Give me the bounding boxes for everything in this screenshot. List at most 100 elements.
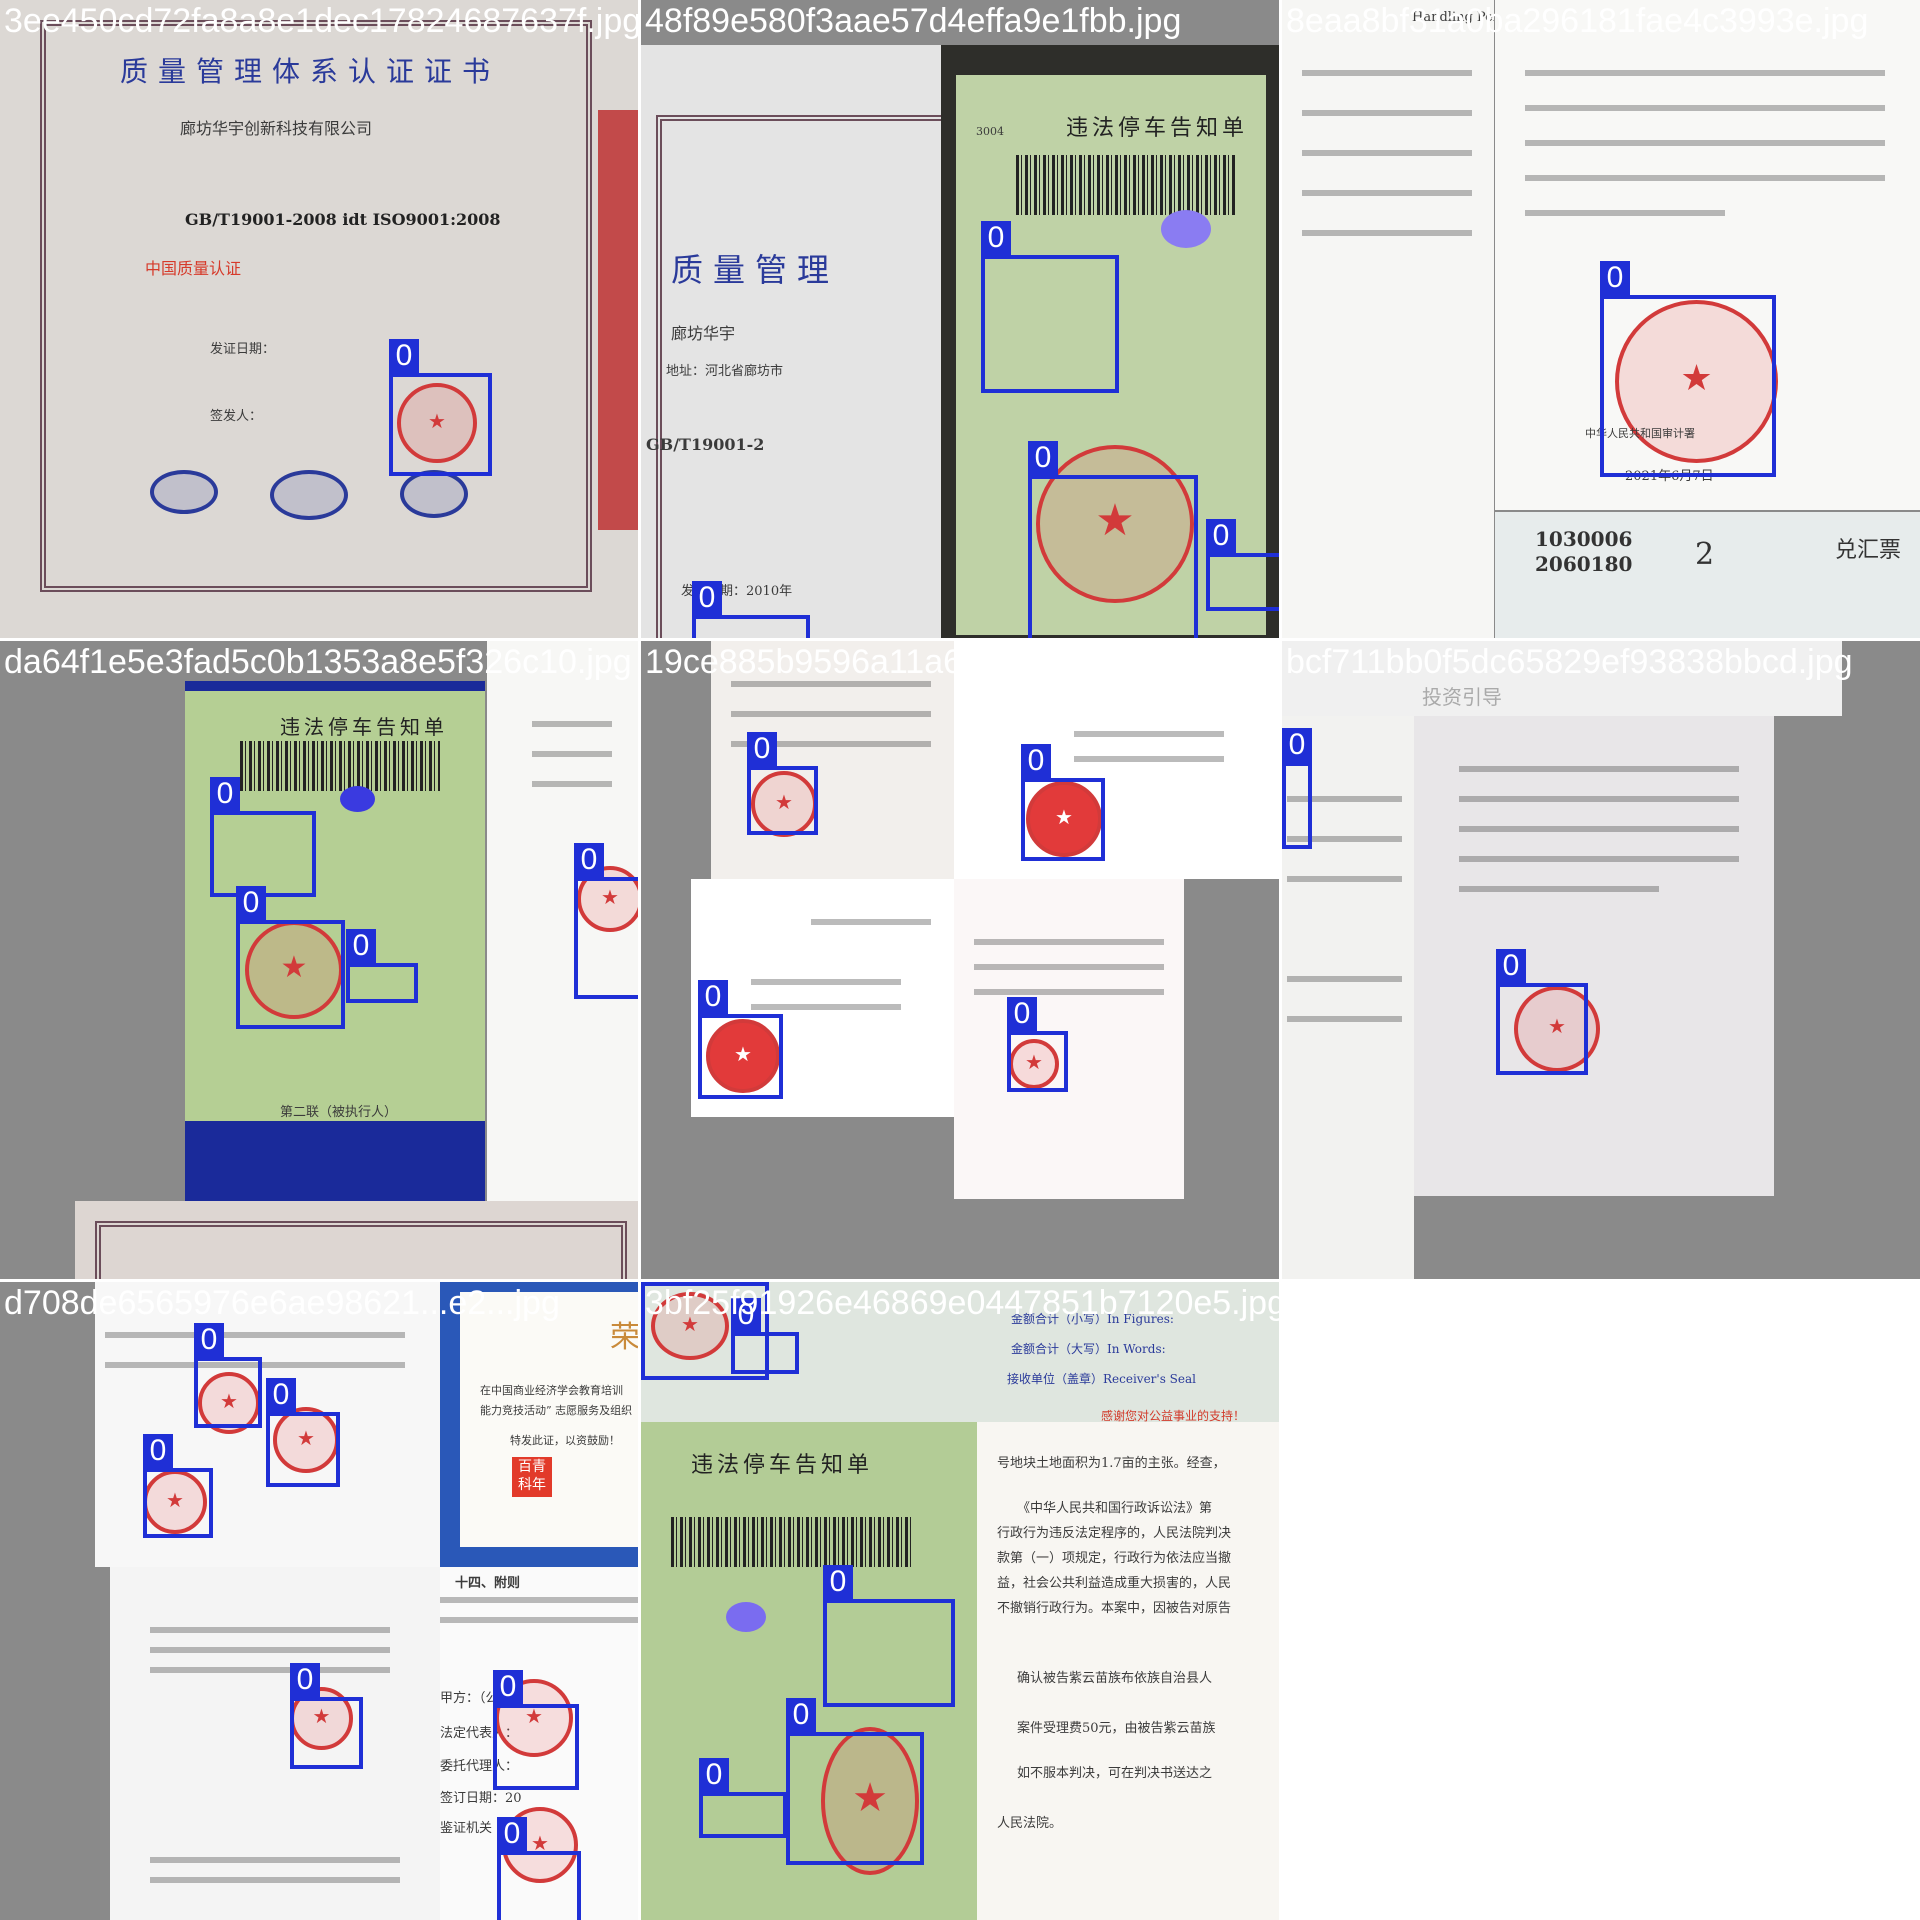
certificate-photo: 质量管理体系认证证书 廊坊华宇创新科技有限公司 GB/T19001-2008 i… bbox=[0, 0, 638, 638]
youth-logo: 百青科年 bbox=[512, 1457, 552, 1497]
detection-box[interactable]: 0 bbox=[692, 581, 810, 638]
ticket-title: 违法停车告知单 bbox=[280, 715, 448, 739]
detection-box[interactable]: 0 bbox=[236, 886, 345, 1029]
detection-class-label: 0 bbox=[346, 929, 376, 963]
detection-box[interactable]: 0 bbox=[1021, 744, 1105, 861]
document-heading: 投资引导 bbox=[1422, 685, 1502, 709]
document-page: ★ bbox=[1414, 716, 1774, 1196]
judgment-line-6: 不撤销行政行为。本案中，因被告对原告 bbox=[997, 1601, 1232, 1616]
detection-box[interactable]: 0 bbox=[210, 777, 316, 897]
certificate-line-3: 特发此证，以资鼓励！ bbox=[510, 1434, 620, 1447]
detection-class-label: 0 bbox=[266, 1378, 296, 1412]
detection-class-label: 0 bbox=[1600, 261, 1630, 295]
bill-number-1: 1030006 bbox=[1535, 527, 1633, 551]
detection-class-label: 0 bbox=[236, 886, 266, 920]
detection-box[interactable]: 0 bbox=[346, 929, 418, 1003]
certificate-line-2: 能力竞技活动” 志愿服务及组织 bbox=[480, 1404, 633, 1417]
detection-box[interactable]: 0 bbox=[1028, 441, 1198, 638]
certificate-photo bbox=[75, 1201, 638, 1279]
filename-label: 48f89e580f3aae57d4effa9e1fbb.jpg bbox=[645, 2, 1182, 40]
detection-box[interactable]: 0 bbox=[747, 732, 818, 835]
detection-box[interactable]: 0 bbox=[1600, 261, 1776, 477]
ticket-number: 3004 bbox=[976, 125, 1004, 138]
mosaic-cell-3[interactable]: Handling Person ★ 2021年6月7日 中华人民共和国审计署 1… bbox=[1282, 0, 1920, 638]
detection-class-label: 0 bbox=[574, 843, 604, 877]
detection-box[interactable]: 0 bbox=[266, 1378, 340, 1487]
detection-box[interactable]: 0 bbox=[389, 339, 492, 476]
detection-box[interactable]: 0 bbox=[574, 843, 638, 999]
iaf-logo bbox=[270, 470, 348, 520]
document-page: Handling Person bbox=[1282, 0, 1494, 638]
detection-class-label: 0 bbox=[692, 581, 722, 615]
ticket-copy-label: 第二联（被执行人） bbox=[280, 1105, 398, 1120]
company-name: 廊坊华宇创新科技有限公司 bbox=[180, 119, 373, 138]
redaction-blob bbox=[726, 1602, 766, 1632]
thanks-text: 感谢您对公益事业的支持！ bbox=[1101, 1409, 1246, 1422]
certificate-heading: 荣 bbox=[610, 1320, 638, 1355]
certificate-title: 质量管理 bbox=[671, 251, 840, 289]
cnas-logo bbox=[150, 470, 218, 514]
cqc-logo-text: 中国质量认证 bbox=[145, 259, 242, 278]
detection-box[interactable]: 0 bbox=[731, 1298, 799, 1374]
detection-box[interactable]: 0 bbox=[290, 1663, 363, 1769]
mosaic-cell-6[interactable]: 投资引导 ★ 0 0 bcf711bb0f5dc65829ef93838bbcd… bbox=[1282, 641, 1920, 1279]
detection-class-label: 0 bbox=[210, 777, 240, 811]
certificate-title: 质量管理体系认证证书 bbox=[120, 55, 501, 88]
detection-class-label: 0 bbox=[497, 1817, 527, 1851]
judgment-line-5: 益，社会公共利益造成重大损害的，人民 bbox=[997, 1576, 1232, 1591]
filename-label: 3ee450cd72fa8a8e1dec17824687637f.jpg bbox=[4, 2, 638, 40]
bill-title: 兑汇票 bbox=[1835, 538, 1902, 563]
filename-label: bcf711bb0f5dc65829ef93838bbcd.jpg bbox=[1286, 643, 1853, 681]
judgment-line-9: 如不服本判决，可在判决书送达之 bbox=[1017, 1766, 1213, 1781]
detection-box[interactable]: 0 bbox=[493, 1670, 579, 1790]
judgment-page: 号地块土地面积为1.7亩的主张。经查， 《中华人民共和国行政诉讼法》第 行政行为… bbox=[977, 1422, 1279, 1920]
mosaic-cell-2[interactable]: 质量管理 廊坊华宇 地址：河北省廊坊市 GB/T19001-2 发证日期：201… bbox=[641, 0, 1279, 638]
judgment-line-3: 行政行为违反法定程序的，人民法院判决 bbox=[997, 1526, 1232, 1541]
detection-box[interactable]: 0 bbox=[698, 980, 783, 1099]
detection-box[interactable]: 0 bbox=[194, 1323, 262, 1428]
barcode bbox=[671, 1517, 911, 1567]
detection-box[interactable]: 0 bbox=[699, 1758, 787, 1838]
detection-box[interactable]: 0 bbox=[786, 1698, 924, 1865]
mosaic-cell-8[interactable]: ★ 金额合计（小写）In Figures: 金额合计（大写）In Words: … bbox=[641, 1282, 1279, 1920]
red-ribbon bbox=[598, 110, 638, 530]
detection-box[interactable]: 0 bbox=[1007, 997, 1068, 1092]
detection-class-label: 0 bbox=[823, 1565, 853, 1599]
document-page: ★ bbox=[110, 1567, 440, 1920]
detection-class-label: 0 bbox=[290, 1663, 320, 1697]
detection-class-label: 0 bbox=[143, 1434, 173, 1468]
document-page: ★ bbox=[954, 879, 1184, 1199]
mosaic-grid: 质量管理体系认证证书 廊坊华宇创新科技有限公司 GB/T19001-2008 i… bbox=[0, 0, 1920, 1920]
party-a-label: 甲方：（公 bbox=[440, 1691, 499, 1706]
address-text: 地址：河北省廊坊市 bbox=[666, 364, 784, 379]
detection-box[interactable]: 0 bbox=[823, 1565, 955, 1707]
detection-box[interactable]: 0 bbox=[1282, 728, 1312, 849]
standard-code: GB/T19001-2 bbox=[646, 435, 765, 454]
detection-box[interactable]: 0 bbox=[1206, 519, 1279, 611]
judgment-line-1: 号地块土地面积为1.7亩的主张。经查， bbox=[997, 1456, 1226, 1471]
filename-label: d708de6565976e6ae98621...e2...jpg bbox=[4, 1284, 560, 1322]
certificate-sheet: 荣 在中国商业经济学会教育培训 能力竞技活动” 志愿服务及组织 特发此证，以资鼓… bbox=[460, 1292, 638, 1547]
filename-label: 3bf25f91926e46869e0447851b7120e5.jpg bbox=[645, 1284, 1279, 1322]
detection-box[interactable]: 0 bbox=[497, 1817, 581, 1920]
mosaic-cell-5[interactable]: ★ ★ ★ ★ 0 0 0 0 19ce885b9596a11a6bb4b5a3… bbox=[641, 641, 1279, 1279]
certificate-line-1: 在中国商业经济学会教育培训 bbox=[480, 1384, 623, 1397]
filename-label: da64f1e5e3fad5c0b1353a8e5f326c10.jpg bbox=[4, 643, 632, 681]
detection-box[interactable]: 0 bbox=[143, 1434, 213, 1538]
detection-class-label: 0 bbox=[1021, 744, 1051, 778]
certificate-border bbox=[95, 1221, 627, 1279]
detection-class-label: 0 bbox=[389, 339, 419, 373]
judgment-line-8: 案件受理费50元，由被告紫云苗族 bbox=[1017, 1721, 1216, 1736]
judgment-line-7: 确认被告紫云苗族布依族自治县人 bbox=[1017, 1671, 1213, 1686]
mosaic-cell-1[interactable]: 质量管理体系认证证书 廊坊华宇创新科技有限公司 GB/T19001-2008 i… bbox=[0, 0, 638, 638]
issue-date-label: 发证日期： bbox=[210, 342, 276, 357]
detection-class-label: 0 bbox=[698, 980, 728, 1014]
judgment-line-2: 《中华人民共和国行政诉讼法》第 bbox=[1017, 1501, 1213, 1516]
detection-box[interactable]: 0 bbox=[981, 221, 1119, 393]
signer-label: 签发人： bbox=[210, 409, 263, 424]
detection-class-label: 0 bbox=[1496, 949, 1526, 983]
parking-ticket: 违法停车告知单 ★ 第二联（被执行人） bbox=[185, 691, 485, 1121]
mosaic-cell-4[interactable]: 违法停车告知单 ★ 第二联（被执行人） ★ 0 0 0 0 da64f1e5e3… bbox=[0, 641, 638, 1279]
detection-box[interactable]: 0 bbox=[1496, 949, 1588, 1075]
mosaic-cell-7[interactable]: ★ ★ ★ 荣 在中国商业经济学会教育培训 能力竞技活动” 志愿服务及组织 特发… bbox=[0, 1282, 638, 1920]
